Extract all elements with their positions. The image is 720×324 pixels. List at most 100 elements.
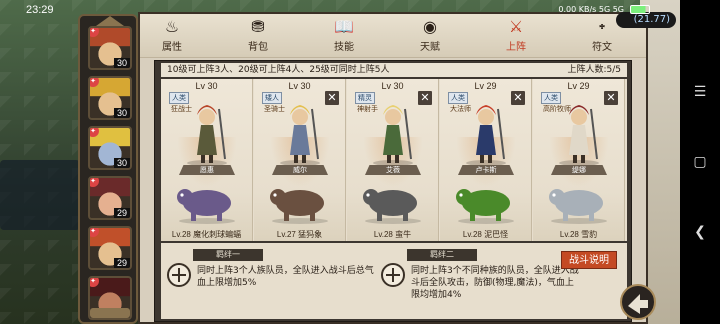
- hero-avatar[interactable]: ✦ 29: [88, 176, 132, 220]
- avatar-level: 29: [113, 258, 130, 268]
- pet-name: 泥巴怪: [484, 230, 509, 239]
- tab-4[interactable]: ⚔ 上阵: [494, 16, 538, 56]
- tab-3[interactable]: ◉ 天赋: [408, 16, 452, 56]
- hero-class-tag: 神射手: [357, 105, 378, 113]
- hero-slot[interactable]: Lv 30 人类 狂战士愿惠 Lv.28 魔化刺球蝙蝠: [161, 79, 253, 241]
- tab-0[interactable]: ♨ 属性: [150, 16, 194, 56]
- hero-race-tag: 人类: [541, 92, 561, 104]
- battle-info-button[interactable]: 战斗说明: [561, 251, 617, 269]
- hero-slots: Lv 30 人类 狂战士 愿惠 Lv.28 魔化刺球蝙蝠 Lv 30 矮人 圣骑士 ✕ 威尔 Lv.…: [161, 79, 627, 241]
- bond-title: 羁绊二: [407, 249, 477, 261]
- pet-name: 蛮牛: [395, 230, 412, 239]
- tab-bar: ✕ ♨属性⛃背包📖技能◉天赋⚔上阵᛭符文: [140, 14, 646, 58]
- battery-icon: [630, 5, 650, 14]
- hero-class-tag: 狂战士: [171, 105, 192, 113]
- nav-home-icon[interactable]: ▢: [690, 152, 710, 172]
- hero-level: Lv 30: [381, 81, 404, 91]
- hero-level: Lv 29: [567, 81, 590, 91]
- avatar-level: 29: [113, 208, 130, 218]
- android-status-bar: 23:29 0.00 KB/s 5G 5G: [0, 0, 720, 20]
- tab-2[interactable]: 📖 技能: [322, 16, 366, 56]
- hero-class-tag: 圣骑士: [264, 105, 285, 113]
- pet-sprite: [363, 189, 421, 224]
- hero-class-tag: 大法师: [450, 105, 471, 113]
- hero-class-tag: 高阶牧师: [543, 105, 571, 113]
- crosshair-icon: [167, 263, 191, 287]
- crosshair-icon: [381, 263, 405, 287]
- pet-label: Lv.28 雪豹: [533, 229, 624, 240]
- scroll-down-handle[interactable]: [90, 308, 130, 318]
- bond-description: 同时上阵3个人族队员，全队进入战斗后总气血上限增加5%: [197, 266, 374, 288]
- hero-level: Lv 30: [195, 81, 218, 91]
- remove-hero-icon[interactable]: ✕: [604, 91, 618, 105]
- hero-race-tag: 精灵: [355, 92, 375, 104]
- hero-name: 愿惠: [179, 165, 235, 175]
- hero-avatar[interactable]: ✦ 30: [88, 76, 132, 120]
- tab-label: 上阵: [506, 42, 526, 53]
- quest-tracker-panel[interactable]: [0, 160, 80, 230]
- tab-label: 技能: [334, 42, 354, 53]
- pet-label: Lv.28 蛮牛: [347, 229, 438, 240]
- tab-label: 符文: [592, 42, 612, 53]
- pet-sprite: [456, 189, 514, 224]
- hero-level: Lv 29: [474, 81, 497, 91]
- status-indicators: 0.00 KB/s 5G 5G: [558, 5, 650, 14]
- pet-sprite: [549, 189, 607, 224]
- hero-race-tag: 人类: [448, 92, 468, 104]
- hero-level: Lv 30: [288, 81, 311, 91]
- network-speed: 0.00 KB/s 5G 5G: [558, 5, 624, 14]
- pet-sprite: [177, 189, 235, 224]
- pet-level: Lv.28: [171, 230, 191, 239]
- hero-slot[interactable]: Lv 30 矮人 圣骑士 ✕ 威尔 Lv.27 猛犸象: [254, 79, 346, 241]
- hero-roster-column: ✦ 30 ✦ 30 ✦ 30 ✦ 29 ✦ 29 ✦: [78, 14, 138, 324]
- nav-back-icon[interactable]: ❮: [690, 222, 710, 242]
- status-time: 23:29: [26, 4, 54, 16]
- bond-description: 同时上阵3个不同种族的队员，全队进入战斗后全队攻击，防御(物理,魔法)，气血上限…: [411, 266, 579, 300]
- hero-avatar[interactable]: ✦ 29: [88, 226, 132, 270]
- remove-hero-icon[interactable]: ✕: [418, 91, 432, 105]
- tab-label: 天赋: [420, 42, 440, 53]
- pet-level: Lv.28: [559, 230, 579, 239]
- tab-label: 属性: [162, 42, 182, 53]
- remove-hero-icon[interactable]: ✕: [511, 91, 525, 105]
- avatar-level: 30: [113, 108, 130, 118]
- lineup-content: 10级可上阵3人、20级可上阵4人、25级可同时上阵5人 上阵人数:5/5 Lv…: [154, 60, 632, 322]
- bond-title: 羁绊一: [193, 249, 263, 261]
- hero-slot[interactable]: Lv 29 人类 大法师 ✕ 卢卡斯 Lv.28 泥巴怪: [440, 79, 532, 241]
- bond-area: 羁绊一 同时上阵3个人族队员，全队进入战斗后总气血上限增加5% 羁绊二 同时上阵…: [161, 243, 627, 319]
- pet-label: Lv.28 泥巴怪: [440, 229, 531, 240]
- bond-one: 羁绊一 同时上阵3个人族队员，全队进入战斗后总气血上限增加5%: [167, 249, 377, 311]
- hero-name: 卢卡斯: [458, 165, 514, 175]
- pet-label: Lv.28 魔化刺球蝙蝠: [161, 229, 252, 240]
- avatar-level: 30: [113, 58, 130, 68]
- android-nav-bar: ☰ ▢ ❮: [680, 0, 720, 324]
- tab-1[interactable]: ⛃ 背包: [236, 16, 280, 56]
- hero-name: 缇娜: [551, 165, 607, 175]
- pet-label: Lv.27 猛犸象: [254, 229, 345, 240]
- hero-name: 艾薇: [365, 165, 421, 175]
- pet-level: Lv.28: [373, 230, 393, 239]
- hero-race-tag: 人类: [169, 92, 189, 104]
- hero-slot[interactable]: Lv 30 精灵 神射手 ✕ 艾薇 Lv.28 蛮牛: [347, 79, 439, 241]
- confirm-arrow-icon[interactable]: [618, 282, 658, 322]
- hero-avatar[interactable]: ✦ 30: [88, 26, 132, 70]
- pet-level: Lv.27: [276, 230, 296, 239]
- tab-label: 背包: [248, 42, 268, 53]
- hero-avatar[interactable]: ✦ 30: [88, 126, 132, 170]
- lineup-count: 上阵人数:5/5: [567, 65, 621, 75]
- nav-menu-icon[interactable]: ☰: [690, 82, 710, 102]
- pet-level: Lv.28: [462, 230, 482, 239]
- avatar-level: 30: [113, 158, 130, 168]
- bond-two: 羁绊二 同时上阵3个不同种族的队员，全队进入战斗后全队攻击，防御(物理,魔法)，…: [381, 249, 581, 311]
- pet-name: 雪豹: [581, 230, 598, 239]
- pet-name: 魔化刺球蝙蝠: [193, 230, 242, 239]
- remove-hero-icon[interactable]: ✕: [325, 91, 339, 105]
- lineup-info-bar: 10级可上阵3人、20级可上阵4人、25级可同时上阵5人 上阵人数:5/5: [161, 63, 627, 77]
- hero-race-tag: 矮人: [262, 92, 282, 104]
- team-panel: ✕ ♨属性⛃背包📖技能◉天赋⚔上阵᛭符文 10级可上阵3人、20级可上阵4人、2…: [138, 12, 648, 324]
- hero-name: 威尔: [272, 165, 328, 175]
- pet-sprite: [270, 189, 328, 224]
- pet-name: 猛犸象: [298, 230, 323, 239]
- lineup-rule-text: 10级可上阵3人、20级可上阵4人、25级可同时上阵5人: [167, 65, 390, 75]
- hero-slot[interactable]: Lv 29 人类 高阶牧师 ✕ 缇娜 Lv.28 雪豹: [533, 79, 625, 241]
